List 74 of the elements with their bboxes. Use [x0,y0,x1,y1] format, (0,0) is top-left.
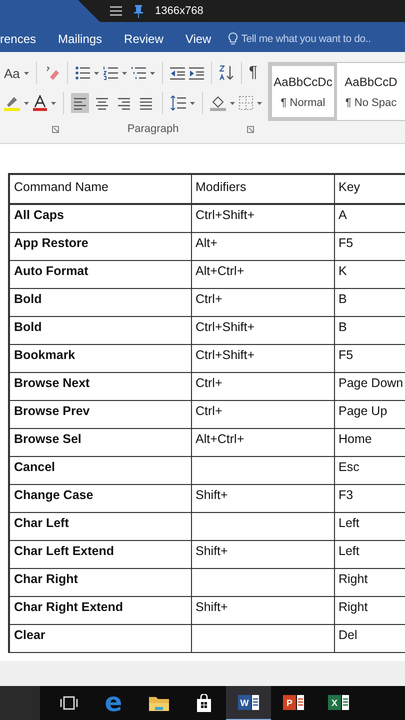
ribbon-tab[interactable]: Mailings [47,32,114,46]
group-label: Paragraph [127,123,179,135]
task-view-icon [60,696,78,710]
column-header: Modifiers [191,174,334,204]
table-cell: Shift+ [191,540,334,568]
table-cell: Browse Prev [9,400,191,428]
dropdown-caret-icon[interactable] [24,72,29,74]
paint-bucket-icon[interactable] [210,95,226,111]
tell-me-field[interactable]: Tell me what you want to do.. [241,32,371,44]
table-cell: Alt+ [191,232,334,260]
table-cell: Char Right Extend [9,596,191,624]
dropdown-caret-icon[interactable] [257,102,262,104]
lightbulb-icon [228,32,238,46]
borders-icon[interactable] [239,96,253,110]
table-cell: Char Right [9,568,191,596]
table-cell: Bookmark [9,344,191,372]
ribbon-tab[interactable]: rences [0,32,48,46]
folder-icon [148,694,168,710]
taskbar-app-icon[interactable]: W [226,686,271,720]
menu-icon[interactable] [110,6,122,16]
start-button[interactable] [0,686,40,720]
bullet-list-icon[interactable] [74,66,90,80]
decrease-indent-icon[interactable] [170,66,185,80]
table-cell: Browse Sel [9,428,191,456]
table-cell: All Caps [9,204,191,232]
table-cell: Alt+Ctrl+ [191,428,334,456]
table-cell: Ctrl+Shift+ [191,204,334,232]
table-cell: Ctrl+Shift+ [191,316,334,344]
style-option[interactable]: AaBbCcD ¶ No Spac [337,63,405,120]
table-cell: Char Left [9,512,191,540]
dialog-launcher-icon[interactable] [52,126,59,132]
shopping-bag-icon [196,694,212,712]
table-cell: Ctrl+ [191,288,334,316]
dialog-launcher-icon[interactable] [247,126,254,132]
table-cell: Bold [9,288,191,316]
table-cell: Browse Next [9,372,191,400]
ribbon-tab[interactable]: View [174,32,222,46]
table-cell: Clear [9,624,191,652]
font-color-icon[interactable] [33,95,47,111]
table-cell: Shift+ [191,484,334,512]
show-formatting-marks-button[interactable]: ¶ [248,64,258,82]
multilevel-list-icon[interactable] [130,66,146,80]
dropdown-caret-icon[interactable] [150,72,155,74]
numbered-list-icon[interactable] [102,66,118,80]
dropdown-caret-icon[interactable] [51,102,56,104]
taskbar-app-icon[interactable]: e [91,686,136,720]
pin-icon[interactable] [134,4,143,18]
table-cell: Bold [9,316,191,344]
table-cell: Ctrl+Shift+ [191,344,334,372]
change-case-button[interactable]: Aa [4,66,20,80]
table-cell: Change Case [9,484,191,512]
style-option[interactable]: AaBbCcDc ¶ Normal [269,63,337,120]
line-spacing-icon[interactable] [170,95,186,111]
dropdown-caret-icon[interactable] [24,102,29,104]
sort-icon[interactable] [218,65,234,81]
table-cell: Alt+Ctrl+ [191,260,334,288]
ribbon-tab[interactable]: Review [113,32,174,46]
resolution-label: 1366x768 [155,5,204,17]
column-header: Command Name [9,174,191,204]
table-cell: Cancel [9,456,191,484]
table-cell: Ctrl+ [191,400,334,428]
align-left-icon[interactable] [71,93,89,113]
increase-indent-icon[interactable] [188,66,204,80]
table-cell: Ctrl+ [191,372,334,400]
table-cell: Char Left Extend [9,540,191,568]
highlighter-icon[interactable] [4,95,20,111]
column-header: Key [334,174,405,204]
table-cell: Auto Format [9,260,191,288]
table-cell: App Restore [9,232,191,260]
table-cell: Shift+ [191,596,334,624]
dropdown-caret-icon[interactable] [190,102,195,104]
dropdown-caret-icon[interactable] [122,72,127,74]
dropdown-caret-icon[interactable] [230,102,235,104]
dropdown-caret-icon[interactable] [94,72,99,74]
